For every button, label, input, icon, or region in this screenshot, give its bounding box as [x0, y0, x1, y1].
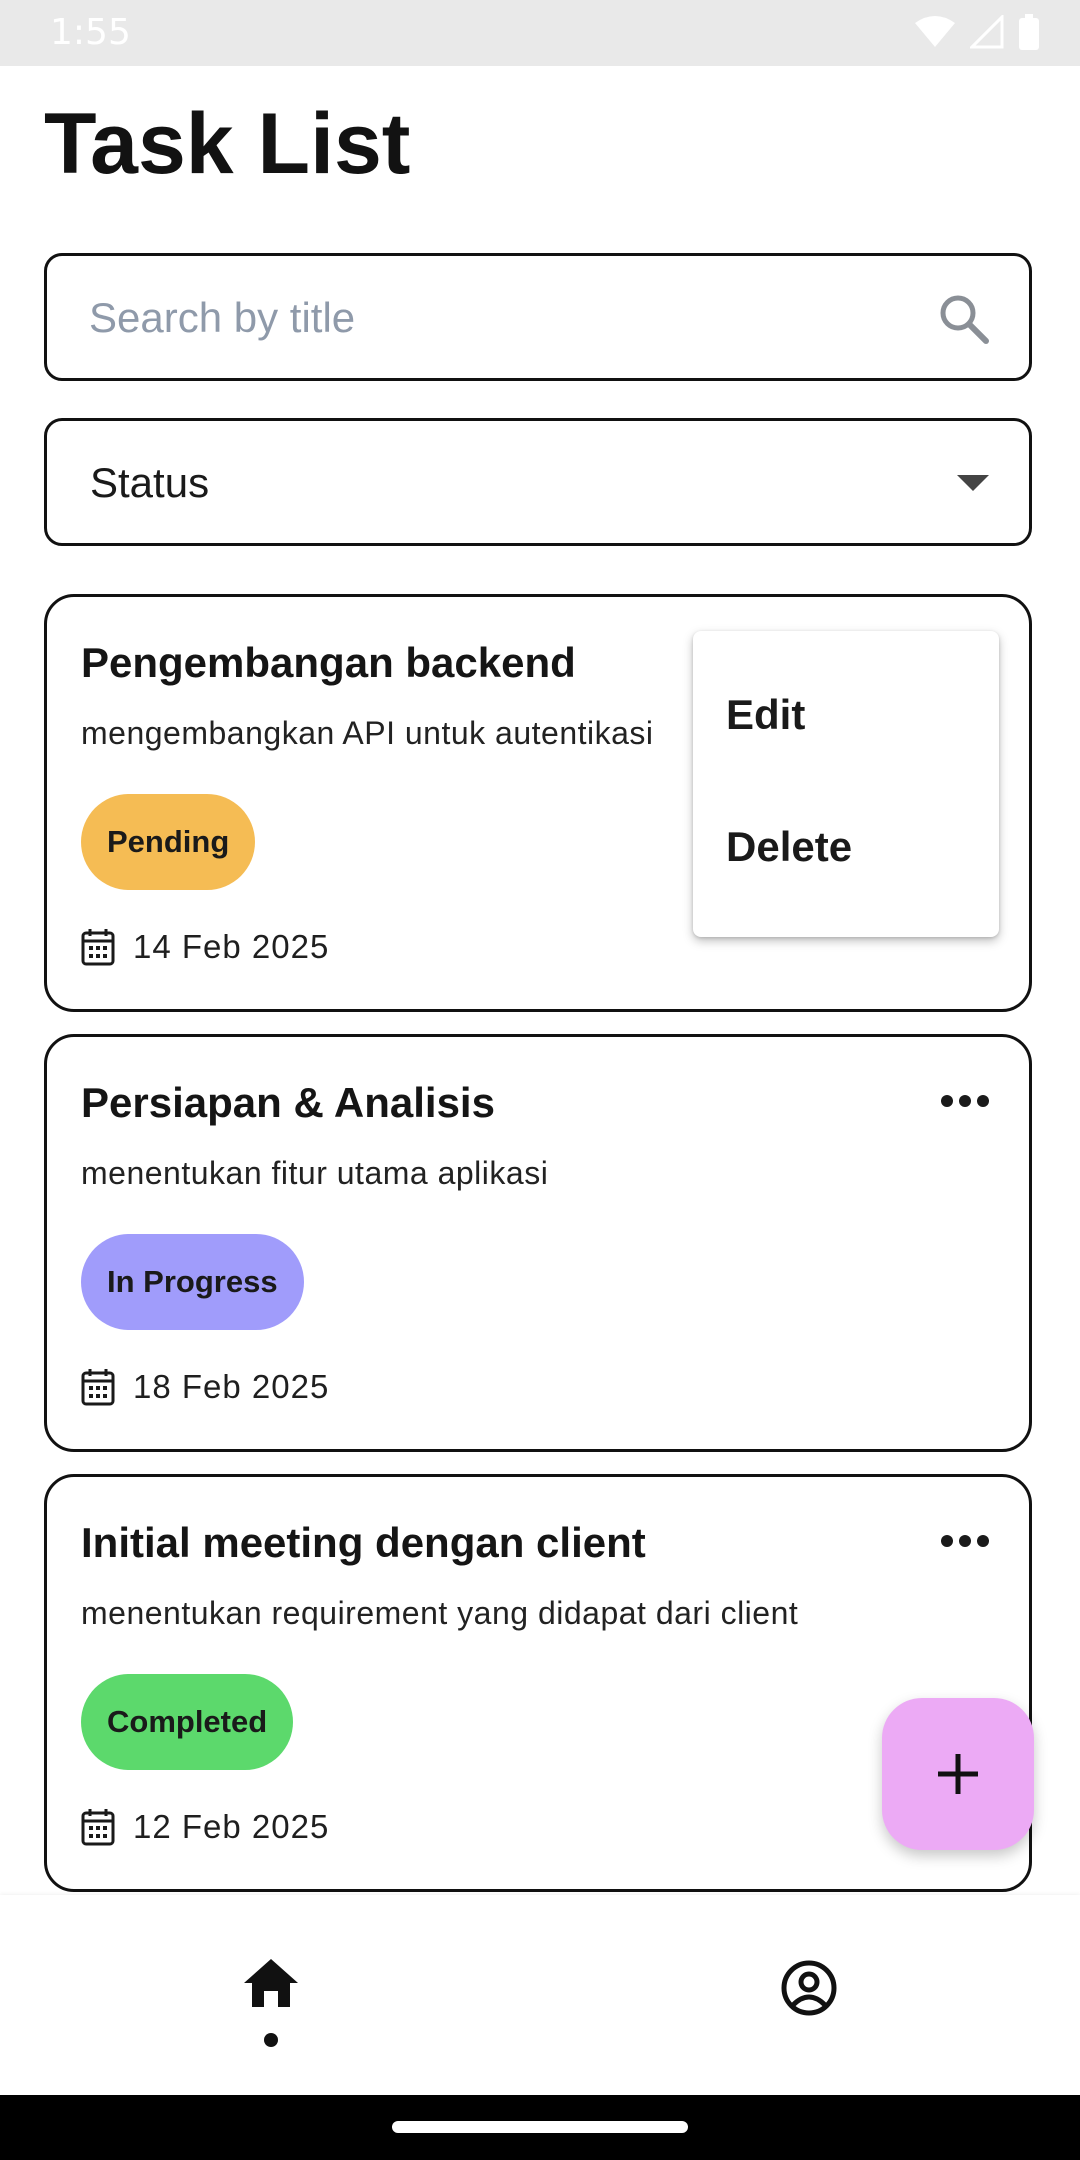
add-task-button[interactable]: [882, 1698, 1034, 1850]
status-badge: In Progress: [81, 1234, 304, 1330]
task-date: 18 Feb 2025: [133, 1368, 330, 1405]
home-gesture-handle[interactable]: [392, 2121, 688, 2133]
search-input[interactable]: [87, 256, 911, 380]
task-date-row: 12 Feb 2025: [81, 1808, 329, 1846]
task-card[interactable]: Persiapan & Analisis menentukan fitur ut…: [44, 1034, 1032, 1452]
status-bar: 1:55: [0, 0, 1080, 66]
task-title: Initial meeting dengan client: [81, 1519, 646, 1566]
task-card[interactable]: Initial meeting dengan client menentukan…: [44, 1474, 1032, 1892]
calendar-icon: [81, 1809, 115, 1846]
system-navigation-bar: [0, 2095, 1080, 2160]
task-description: menentukan requirement yang didapat dari…: [81, 1595, 799, 1631]
status-dropdown[interactable]: Status: [44, 418, 1032, 546]
cellular-signal-icon: [970, 15, 1004, 49]
task-description: menentukan fitur utama aplikasi: [81, 1155, 549, 1191]
more-options-icon[interactable]: [941, 1535, 989, 1547]
task-description: mengembangkan API untuk autentikasi: [81, 715, 654, 751]
task-date-row: 18 Feb 2025: [81, 1368, 329, 1406]
status-badge: Completed: [81, 1674, 294, 1770]
plus-icon: [938, 1754, 978, 1794]
wifi-icon: [915, 16, 955, 47]
search-field[interactable]: [44, 253, 1032, 381]
bottom-navigation: [0, 1895, 1080, 2095]
status-dropdown-label: Status: [90, 459, 210, 506]
search-icon[interactable]: [937, 292, 991, 346]
account-circle-icon[interactable]: [780, 1959, 838, 2017]
calendar-icon: [81, 1369, 115, 1406]
menu-item-delete[interactable]: Delete: [726, 823, 852, 871]
calendar-icon: [81, 929, 115, 966]
status-time: 1:55: [50, 12, 131, 53]
task-title: Pengembangan backend: [81, 639, 576, 686]
active-indicator: [264, 2033, 278, 2047]
task-date: 12 Feb 2025: [133, 1808, 330, 1845]
task-title: Persiapan & Analisis: [81, 1079, 495, 1126]
page-title: Task List: [44, 96, 411, 192]
status-badge: Pending: [81, 794, 256, 890]
battery-icon: [1019, 14, 1039, 50]
dropdown-arrow-icon: [957, 475, 989, 491]
task-date-row: 14 Feb 2025: [81, 928, 329, 966]
task-context-menu: Edit Delete: [693, 631, 999, 937]
task-date: 14 Feb 2025: [133, 928, 330, 965]
status-icons: [914, 14, 1040, 50]
home-icon[interactable]: [242, 1957, 300, 2009]
more-options-icon[interactable]: [941, 1095, 989, 1107]
menu-item-edit[interactable]: Edit: [726, 691, 805, 739]
